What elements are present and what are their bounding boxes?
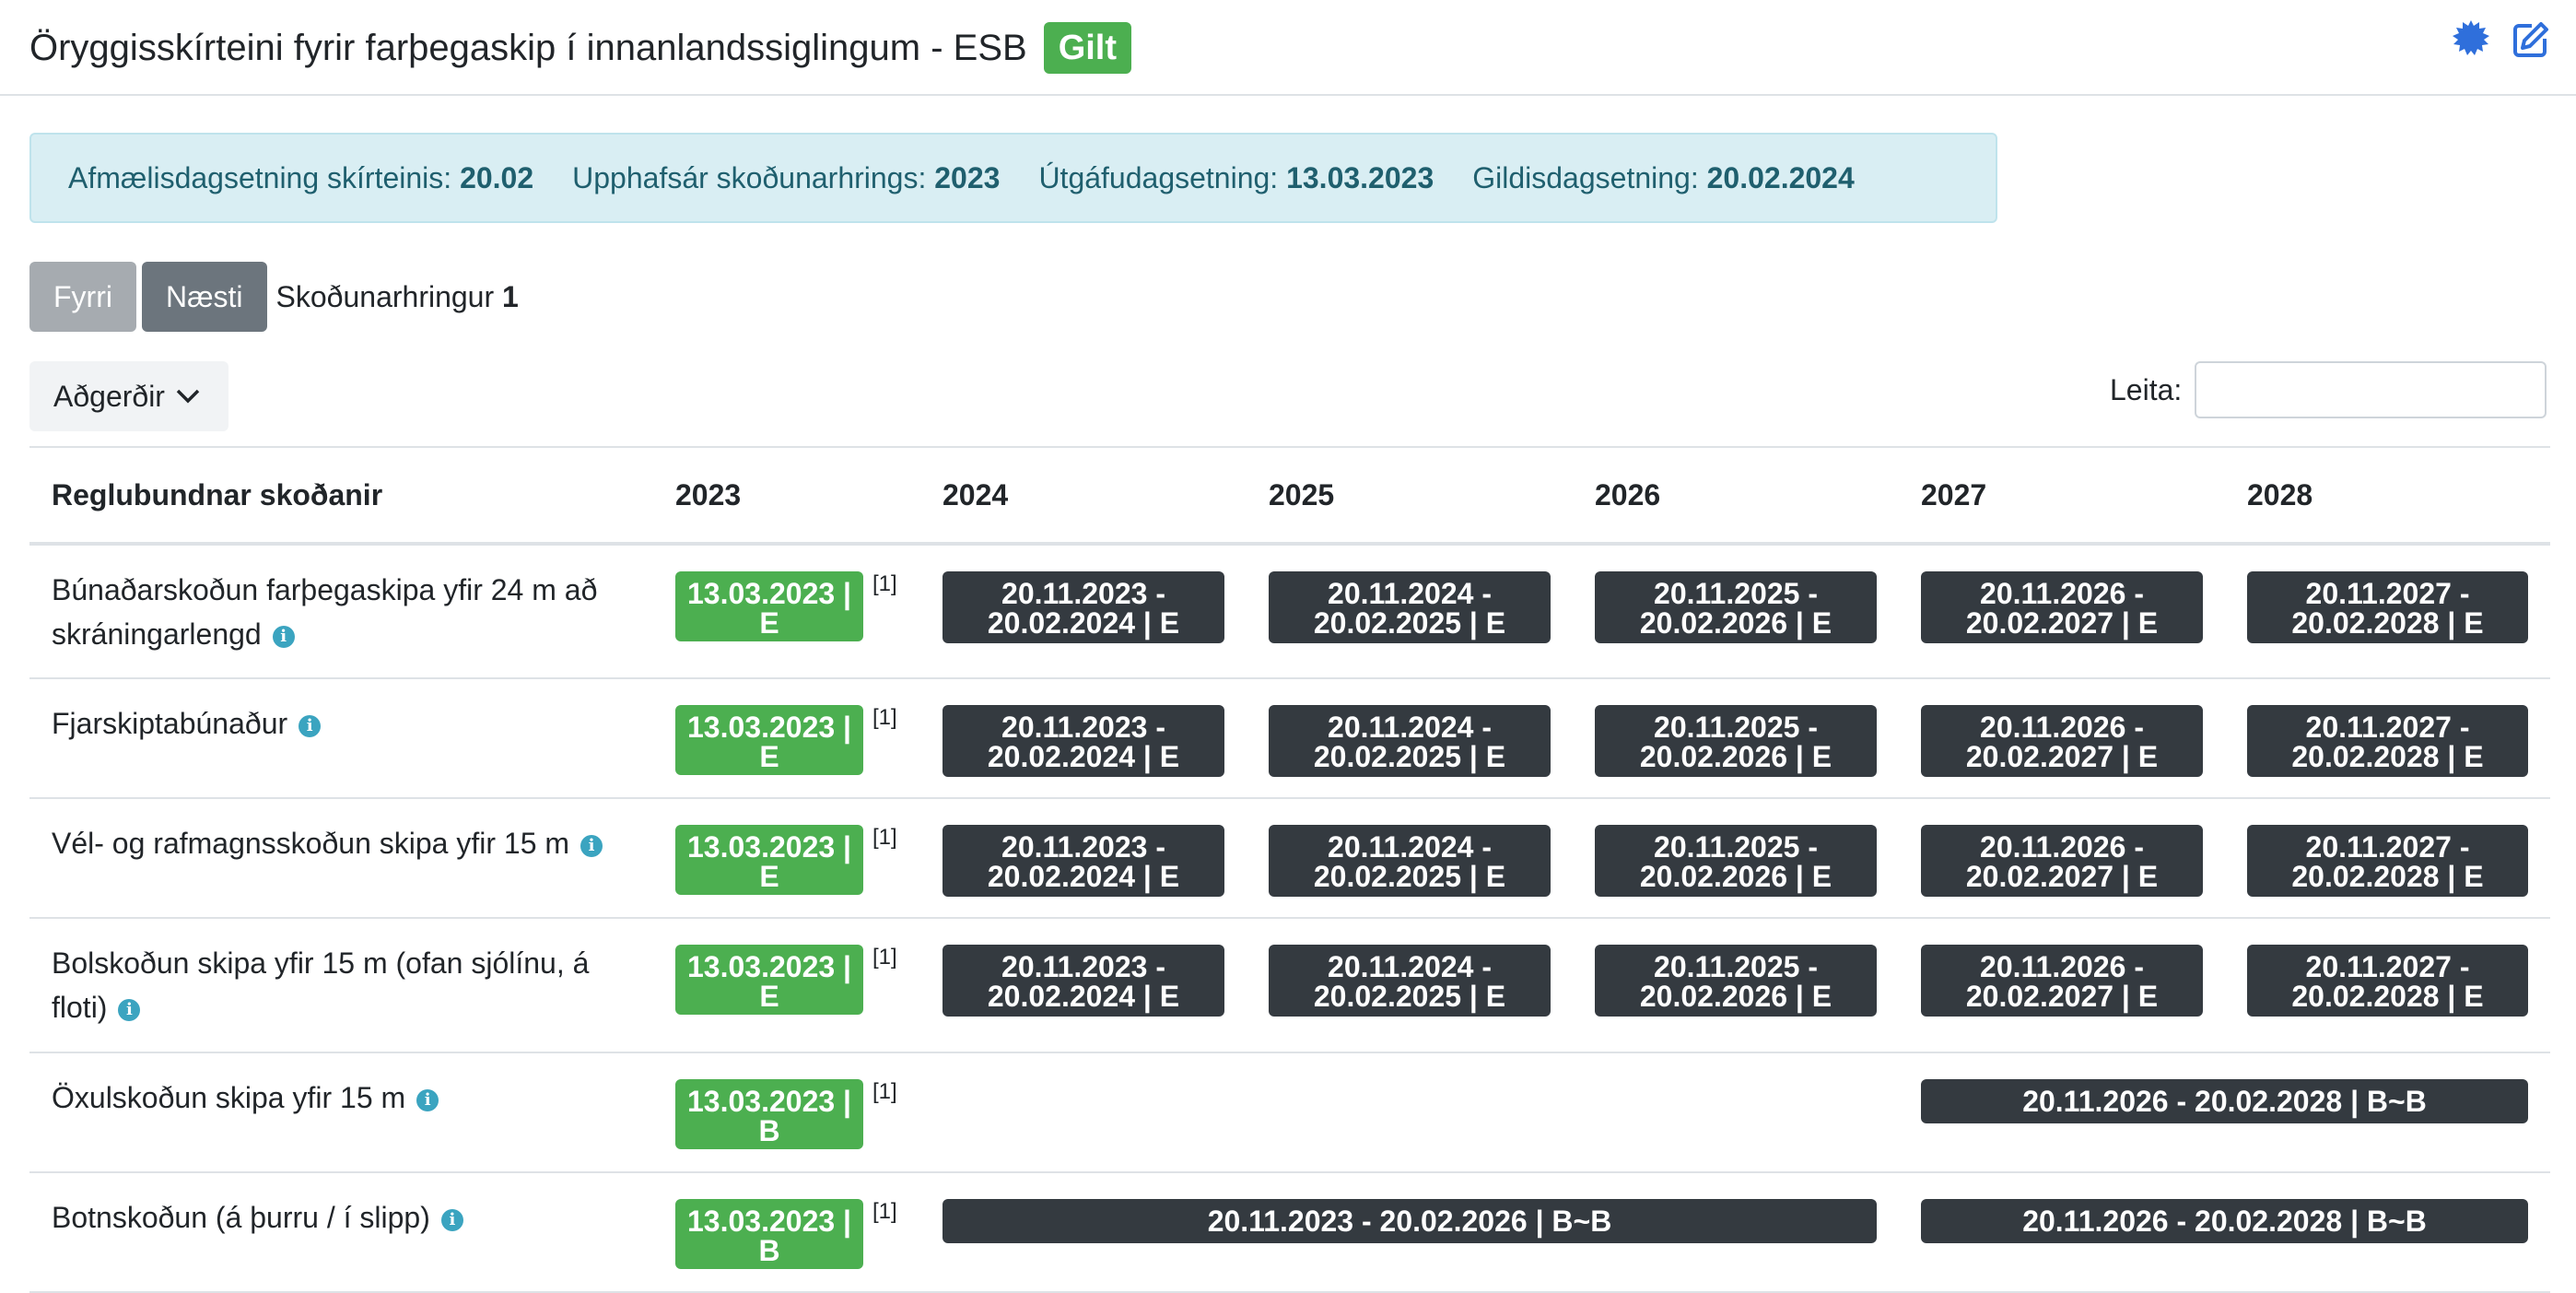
inspection-name: Fjarskiptabúnaður xyxy=(52,707,288,740)
inspection-window-badge[interactable]: 20.11.2023 - 20.02.2024 | E xyxy=(943,705,1224,777)
inspection-window-badge[interactable]: 20.11.2023 - 20.02.2026 | B~B xyxy=(943,1199,1877,1243)
info-icon[interactable]: i xyxy=(440,1208,463,1231)
valid-date-value: 20.02.2024 xyxy=(1706,160,1855,194)
next-button[interactable]: Næsti xyxy=(141,262,267,332)
page-header: Öryggisskírteini fyrir farþegaskip í inn… xyxy=(0,0,2576,96)
inspection-window-badge[interactable]: 20.11.2025 - 20.02.2026 | E xyxy=(1595,825,1877,897)
inspection-window-badge[interactable]: 20.11.2023 - 20.02.2024 | E xyxy=(943,825,1224,897)
search-box: Leita: xyxy=(2110,361,2547,418)
inspection-name: Botnskoðun (á þurru / í slipp) xyxy=(52,1201,430,1234)
inspection-window-badge[interactable]: 20.11.2025 - 20.02.2026 | E xyxy=(1595,705,1877,777)
certificate-info-box: Afmælisdagsetning skírteinis: 20.02 Upph… xyxy=(29,133,1997,223)
inspection-window-badge[interactable]: 20.11.2024 - 20.02.2025 | E xyxy=(1269,571,1551,643)
inspection-window-badge[interactable]: 20.11.2027 - 20.02.2028 | E xyxy=(2247,571,2528,643)
column-header-2025[interactable]: 2025 xyxy=(1247,446,1573,546)
column-header-2024[interactable]: 2024 xyxy=(920,446,1247,546)
info-icon[interactable]: i xyxy=(299,714,322,737)
inspection-name: Búnaðarskoðun farþegaskipa yfir 24 m að … xyxy=(52,573,598,651)
table-row: Bolskoðun skipa yfir 15 m (ofan sjólínu,… xyxy=(29,918,2550,1053)
completed-inspection-badge[interactable]: 13.03.2023 | E xyxy=(675,705,863,775)
info-icon[interactable]: i xyxy=(416,1088,439,1111)
footnote-ref[interactable]: [1] xyxy=(872,705,897,731)
inspection-window-badge[interactable]: 20.11.2024 - 20.02.2025 | E xyxy=(1269,945,1551,1017)
cycle-number: 1 xyxy=(502,279,519,313)
anniversary-value: 20.02 xyxy=(460,160,534,194)
settings-icon[interactable] xyxy=(2449,17,2493,61)
column-header-inspection[interactable]: Reglubundnar skoðanir xyxy=(29,446,653,546)
completed-inspection-badge[interactable]: 13.03.2023 | E xyxy=(675,825,863,895)
table-row: Fjarskiptabúnaður i 13.03.2023 | E [1] 20.… xyxy=(29,678,2550,799)
footnote-ref[interactable]: [1] xyxy=(872,945,897,970)
inspection-name: Vél- og rafmagnsskoðun skipa yfir 15 m xyxy=(52,827,570,860)
completed-inspection-badge[interactable]: 13.03.2023 | E xyxy=(675,571,863,641)
inspection-window-badge[interactable]: 20.11.2026 - 20.02.2028 | B~B xyxy=(1921,1199,2528,1243)
certificate-title: Öryggisskírteini fyrir farþegaskip í inn… xyxy=(29,28,1027,68)
status-badge: Gilt xyxy=(1043,22,1132,74)
search-label: Leita: xyxy=(2110,372,2183,406)
info-icon[interactable]: i xyxy=(580,834,603,857)
completed-inspection-badge[interactable]: 13.03.2023 | B xyxy=(675,1079,863,1149)
inspection-window-badge[interactable]: 20.11.2023 - 20.02.2024 | E xyxy=(943,945,1224,1017)
inspection-window-badge[interactable]: 20.11.2026 - 20.02.2027 | E xyxy=(1921,945,2203,1017)
cycle-start-value: 2023 xyxy=(934,160,1001,194)
inspection-name: Öxulskoðun skipa yfir 15 m xyxy=(52,1081,406,1114)
inspection-window-badge[interactable]: 20.11.2027 - 20.02.2028 | E xyxy=(2247,945,2528,1017)
table-row: Búnaðarskoðun farþegaskipa yfir 24 m að … xyxy=(29,544,2550,679)
info-icon[interactable]: i xyxy=(272,625,295,648)
footnote-ref[interactable]: [1] xyxy=(872,1079,897,1105)
table-row: Öxulskoðun skipa yfir 15 m i 13.03.2023 |… xyxy=(29,1052,2550,1173)
table-row: Vél- og rafmagnsskoðun skipa yfir 15 mi … xyxy=(29,798,2550,919)
footnote-ref[interactable]: [1] xyxy=(872,571,897,597)
inspection-window-badge[interactable]: 20.11.2026 - 20.02.2027 | E xyxy=(1921,571,2203,643)
cycle-start-label: Upphafsár skoðunarhrings: xyxy=(572,160,927,194)
table-header-row: Reglubundnar skoðanir 2023 2024 2025 202… xyxy=(29,446,2550,546)
cycle-label: Skoðunarhringur xyxy=(275,279,495,313)
inspection-window-badge[interactable]: 20.11.2025 - 20.02.2026 | E xyxy=(1595,945,1877,1017)
inspection-window-badge[interactable]: 20.11.2024 - 20.02.2025 | E xyxy=(1269,705,1551,777)
actions-label: Aðgerðir xyxy=(53,379,165,413)
column-header-2023[interactable]: 2023 xyxy=(653,446,920,546)
page-title: Öryggisskírteini fyrir farþegaskip í inn… xyxy=(29,22,1132,74)
search-input[interactable] xyxy=(2195,361,2547,418)
inspection-window-badge[interactable]: 20.11.2026 - 20.02.2028 | B~B xyxy=(1921,1079,2528,1123)
table-row: Botnskoðun (á þurru / í slipp) i 13.03.20… xyxy=(29,1172,2550,1293)
column-header-2026[interactable]: 2026 xyxy=(1573,446,1899,546)
edit-icon[interactable] xyxy=(2510,17,2554,61)
inspection-window-badge[interactable]: 20.11.2027 - 20.02.2028 | E xyxy=(2247,825,2528,897)
issue-date-label: Útgáfudagsetning: xyxy=(1038,160,1279,194)
anniversary-label: Afmælisdagsetning skírteinis: xyxy=(68,160,452,194)
info-icon[interactable]: i xyxy=(118,998,141,1021)
cycle-pager: Fyrri Næsti Skoðunarhringur 1 xyxy=(29,262,519,332)
inspection-window-badge[interactable]: 20.11.2026 - 20.02.2027 | E xyxy=(1921,825,2203,897)
column-header-2027[interactable]: 2027 xyxy=(1899,446,2225,546)
completed-inspection-badge[interactable]: 13.03.2023 | E xyxy=(675,945,863,1015)
inspection-window-badge[interactable]: 20.11.2027 - 20.02.2028 | E xyxy=(2247,705,2528,777)
previous-button[interactable]: Fyrri xyxy=(29,262,136,332)
footnote-ref[interactable]: [1] xyxy=(872,825,897,851)
cycle-indicator: Skoðunarhringur 1 xyxy=(276,280,519,314)
chevron-down-icon xyxy=(176,389,200,404)
inspection-window-badge[interactable]: 20.11.2024 - 20.02.2025 | E xyxy=(1269,825,1551,897)
inspection-schedule-table: Reglubundnar skoðanir 2023 2024 2025 202… xyxy=(29,446,2550,1293)
footnote-ref[interactable]: [1] xyxy=(872,1199,897,1225)
valid-date-label: Gildisdagsetning: xyxy=(1472,160,1699,194)
column-header-2028[interactable]: 2028 xyxy=(2225,446,2550,546)
completed-inspection-badge[interactable]: 13.03.2023 | B xyxy=(675,1199,863,1269)
inspection-window-badge[interactable]: 20.11.2023 - 20.02.2024 | E xyxy=(943,571,1224,643)
actions-dropdown[interactable]: Aðgerðir xyxy=(29,361,228,431)
inspection-window-badge[interactable]: 20.11.2026 - 20.02.2027 | E xyxy=(1921,705,2203,777)
issue-date-value: 13.03.2023 xyxy=(1286,160,1434,194)
inspection-window-badge[interactable]: 20.11.2025 - 20.02.2026 | E xyxy=(1595,571,1877,643)
